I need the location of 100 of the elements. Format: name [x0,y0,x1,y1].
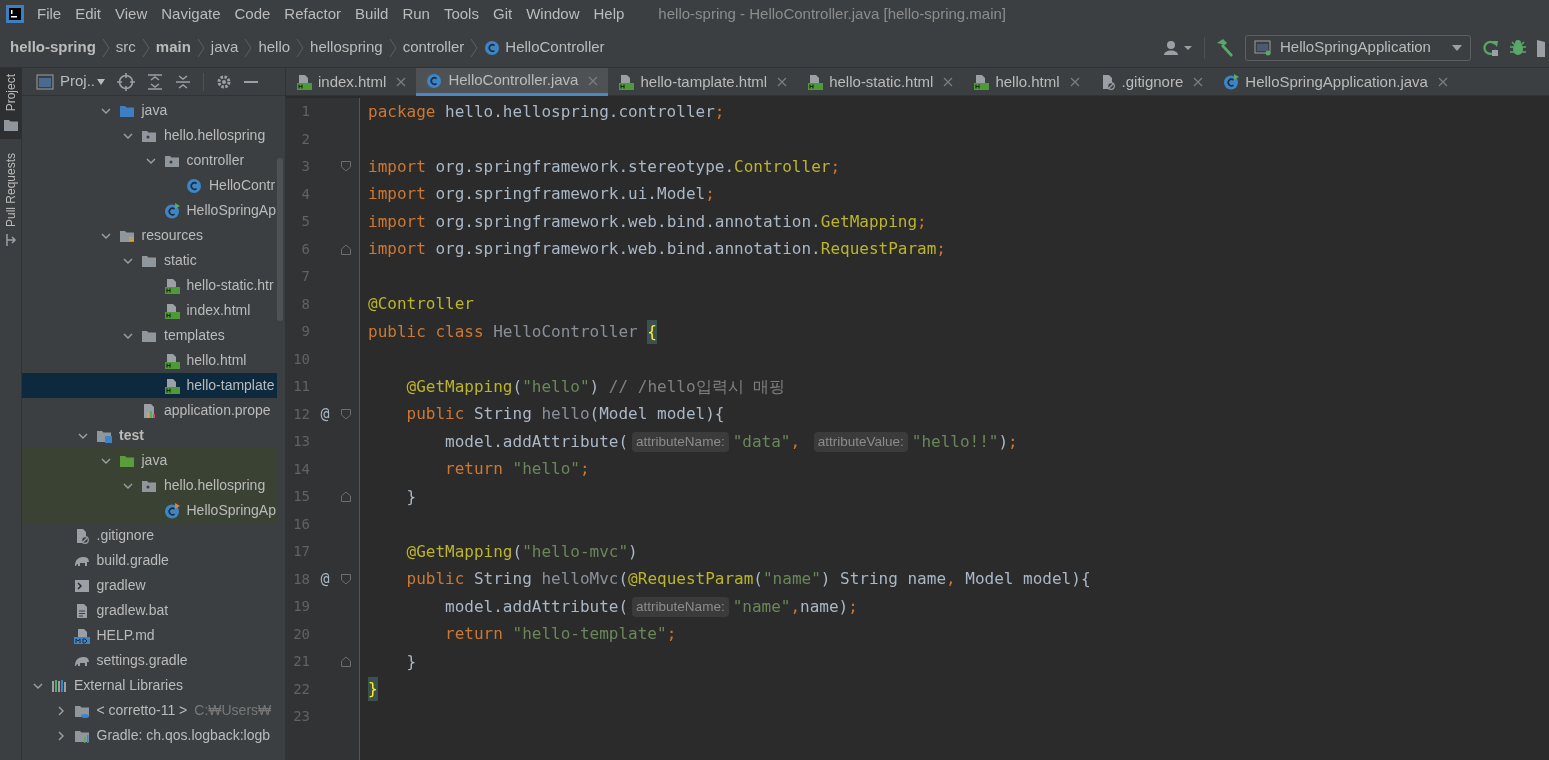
app-logo-icon [6,5,24,23]
tree-item[interactable]: hello.hellospring [22,123,277,148]
application-icon [1254,39,1272,56]
close-icon[interactable] [1193,77,1204,87]
code-token: ; [714,100,725,123]
menu-item[interactable]: Help [593,2,625,26]
menu-item[interactable]: Code [234,2,271,26]
menu-item[interactable]: Refactor [284,2,342,26]
run-configuration-dropdown[interactable]: HelloSpringApplication [1245,34,1471,61]
tree-item[interactable]: java [22,98,277,123]
code-token: "hello-template" [512,623,667,646]
tree-item[interactable]: hello-static.htr [22,273,277,298]
html-file-icon [618,74,635,90]
tree-item[interactable]: resources [22,223,277,248]
breadcrumb-item[interactable]: hello-spring [10,36,96,59]
fold-marker-icon[interactable] [341,491,351,503]
editor-tab[interactable]: HelloSpringApplication.java [1213,68,1458,96]
settings-icon[interactable] [216,73,232,90]
editor-tab[interactable]: .gitignore [1089,68,1214,96]
tree-item[interactable]: java [22,448,277,473]
tree-item[interactable]: hello.hellospring [22,473,277,498]
code-token: import [368,183,427,206]
code-token: Model model){ [965,568,1091,591]
fold-marker-icon[interactable] [341,243,351,255]
breadcrumb-item[interactable]: hello [258,36,291,59]
tree-item[interactable]: index.html [22,298,277,323]
view-selector-dropdown[interactable]: Proj.. [60,70,105,93]
editor-tab[interactable]: index.html [286,68,417,96]
tree-item[interactable]: External Libraries [22,673,277,698]
tree-item[interactable]: controller [22,148,277,173]
close-icon[interactable] [1069,77,1080,87]
tree-item[interactable]: < corretto-11 > C:₩Users₩ [22,698,277,723]
tree-item[interactable]: HelloSpringAp [22,198,277,223]
user-caret-icon[interactable] [1164,39,1194,56]
tree-item[interactable]: HelloContr [22,173,277,198]
terminal-icon [73,577,90,594]
pull-request-icon[interactable] [4,233,17,248]
code-token: ; [666,623,677,646]
breadcrumb-item[interactable]: HelloController [484,36,605,59]
fold-marker-icon[interactable] [341,161,351,173]
tree-item[interactable]: gradlew.bat [22,598,277,623]
code-token: "hello!!" [911,430,999,453]
menu-item[interactable]: Window [526,2,580,26]
menu-item[interactable]: Navigate [161,2,221,26]
tree-item[interactable]: .gitignore [22,523,277,548]
menu-item[interactable]: Edit [75,2,102,26]
tree-item[interactable]: static [22,248,277,273]
rerun-icon[interactable] [1481,38,1499,57]
tree-item[interactable]: Gradle: ch.qos.logback:logb [22,723,277,748]
code-token: public [405,403,466,426]
code-token: "hello" [522,375,590,398]
code-token: org.springframework.stereotype. [435,155,735,178]
editor-tab[interactable]: hello.html [963,68,1090,96]
tree-item[interactable]: build.gradle [22,548,277,573]
tree-item[interactable]: templates [22,323,277,348]
tree-item[interactable]: settings.gradle [22,648,277,673]
close-icon[interactable] [777,77,788,87]
bug-icon[interactable] [1509,38,1527,57]
breadcrumb-item[interactable]: java [210,36,239,59]
tree-item[interactable]: application.prope [22,398,277,423]
gutter-marker[interactable]: @ [320,568,330,591]
breadcrumb-item[interactable]: main [155,36,191,59]
gutter-marker[interactable]: @ [320,403,330,426]
class-run-icon [1223,74,1240,90]
tree-item[interactable]: hello.html [22,348,277,373]
menu-item[interactable]: Tools [443,2,479,26]
close-icon[interactable] [396,77,407,87]
class-icon [484,39,501,56]
expand-all-icon[interactable] [147,73,163,90]
close-icon[interactable] [1437,77,1448,87]
editor-tab[interactable]: hello-static.html [797,68,964,96]
menu-item[interactable]: Build [355,2,389,26]
menu-item[interactable]: Git [492,2,513,26]
collapse-all-icon[interactable] [175,73,191,90]
tool-window-tab[interactable]: Project [0,68,22,140]
menu-item[interactable]: Run [402,2,430,26]
fold-marker-icon[interactable] [341,656,351,668]
code-token: @Controller [368,293,474,316]
code-token: org.springframework.web.bind.annotation. [435,210,821,233]
tree-item[interactable]: hello-tamplate [22,373,277,398]
tree-item[interactable]: HELP.md [22,623,277,648]
editor-tab[interactable]: HelloController.java [416,68,609,96]
fold-marker-icon[interactable] [341,573,351,585]
locate-icon[interactable] [117,72,135,91]
menu-item[interactable]: View [115,2,148,26]
tree-item[interactable]: gradlew [22,573,277,598]
code-token: , [790,430,802,453]
editor-tab[interactable]: hello-tamplate.html [608,68,798,96]
close-icon[interactable] [943,77,954,87]
hammer-icon[interactable] [1215,38,1235,57]
fold-marker-icon[interactable] [341,408,351,420]
code-token: return [444,458,504,481]
code-token: } [405,650,417,673]
breadcrumb-item[interactable]: hellospring [310,36,383,59]
breadcrumb-item[interactable]: controller [402,36,465,59]
tool-window-tab[interactable]: Pull Requests [0,147,22,254]
menu-item[interactable]: File [37,2,62,26]
tree-item[interactable]: HelloSpringAp [22,498,277,523]
tree-item[interactable]: test [22,423,277,448]
breadcrumb-item[interactable]: src [115,36,136,59]
